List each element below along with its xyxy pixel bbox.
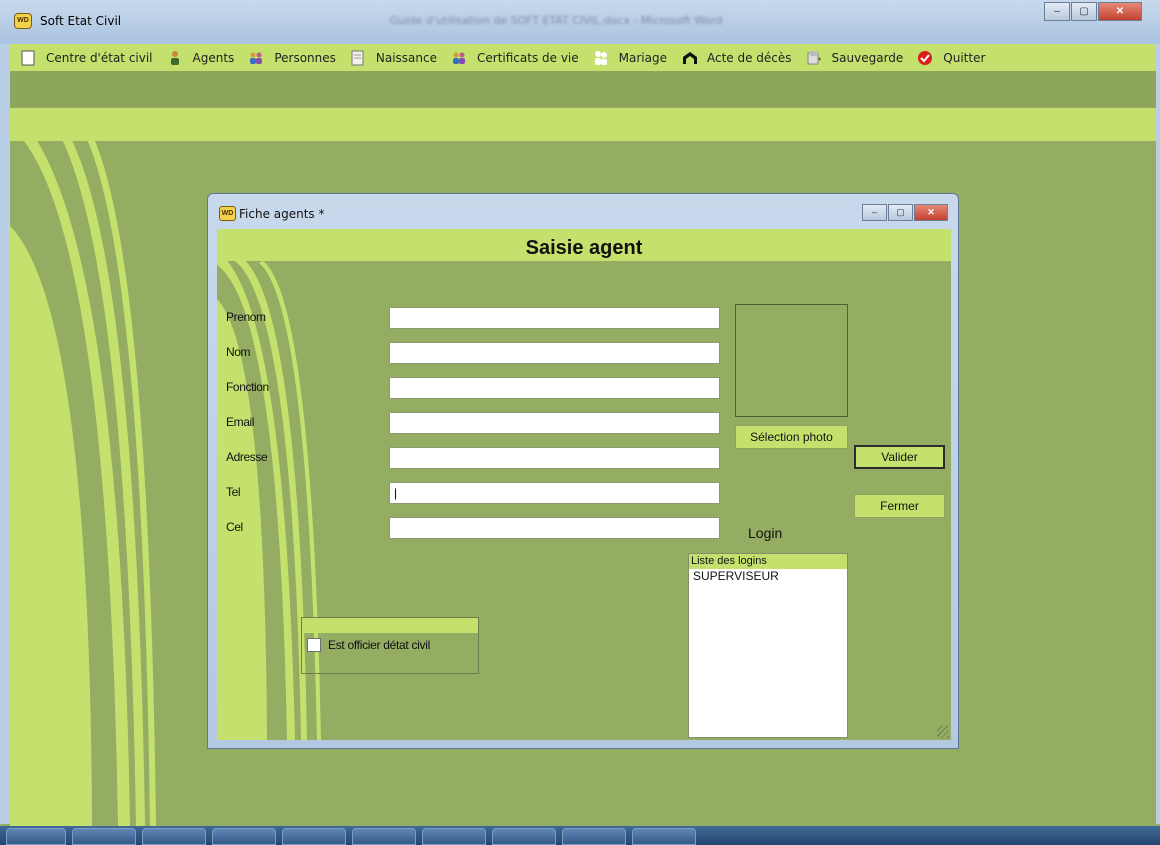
page-title: Saisie agent — [525, 237, 643, 259]
menu-item-personnes[interactable]: Personnes — [248, 50, 336, 66]
taskbar-app-button[interactable] — [422, 828, 486, 845]
death-act-icon — [681, 50, 697, 66]
window-title: Soft Etat Civil — [40, 14, 122, 28]
menu-label: Sauvegarde — [831, 50, 904, 65]
people-icon — [248, 50, 264, 66]
dialog-window-controls: – ▢ ✕ — [861, 204, 948, 221]
taskbar-app-button[interactable] — [212, 828, 276, 845]
taskbar-app-button[interactable] — [492, 828, 556, 845]
menu-item-centre[interactable]: Centre d'état civil — [20, 50, 153, 66]
taskbar-app-button[interactable] — [632, 828, 696, 845]
cel-input[interactable] — [389, 517, 720, 539]
window-left-border — [0, 44, 10, 824]
menu-label: Quitter — [943, 50, 986, 65]
nom-label: Nom — [226, 345, 251, 359]
menu-label: Naissance — [375, 50, 437, 65]
menu-bar: Centre d'état civil Agents Personnes Nai… — [10, 44, 1156, 71]
quit-icon — [917, 50, 933, 66]
dialog-maximize-button[interactable]: ▢ — [888, 204, 913, 221]
tel-label: Tel — [226, 485, 241, 499]
menu-item-quitter[interactable]: Quitter — [917, 50, 985, 66]
menu-label: Mariage — [618, 50, 667, 65]
save-icon — [806, 50, 822, 66]
tel-input[interactable] — [389, 482, 720, 504]
agent-dialog: WD Fiche agents * – ▢ ✕ Saisie agent Pre… — [207, 193, 959, 749]
person-icon — [167, 50, 183, 66]
officer-group: Est officier détat civil — [301, 617, 479, 674]
taskbar-app-button[interactable] — [282, 828, 346, 845]
resize-grip[interactable] — [937, 726, 949, 738]
officer-group-header — [302, 618, 478, 633]
taskbar-app-button[interactable] — [562, 828, 626, 845]
logins-list-header: Liste des logins — [689, 554, 847, 569]
dialog-logo-icon: WD — [219, 206, 236, 221]
adresse-input[interactable] — [389, 447, 720, 469]
document-icon — [350, 50, 366, 66]
list-item[interactable]: SUPERVISEUR — [689, 569, 847, 583]
dialog-client-area: Saisie agent Prenom Nom Fonction Email A… — [217, 229, 951, 740]
couple-icon — [593, 50, 609, 66]
menu-item-naissance[interactable]: Naissance — [350, 50, 437, 66]
dialog-minimize-button[interactable]: – — [862, 204, 887, 221]
email-input[interactable] — [389, 412, 720, 434]
maximize-button[interactable]: ▢ — [1071, 2, 1097, 21]
taskbar-app-button[interactable] — [142, 828, 206, 845]
dialog-close-button[interactable]: ✕ — [914, 204, 948, 221]
fonction-label: Fonction — [226, 380, 269, 394]
building-icon — [20, 50, 36, 66]
background-window-title: Guide d'utilisation de SOFT ETAT CIVIL.d… — [390, 14, 723, 27]
taskbar-app-button[interactable] — [72, 828, 136, 845]
taskbar — [0, 826, 1160, 845]
email-label: Email — [226, 415, 255, 429]
window-right-border — [1156, 44, 1160, 824]
prenom-label: Prenom — [226, 310, 266, 324]
menu-label: Agents — [192, 50, 235, 65]
menu-label: Certificats de vie — [477, 50, 579, 65]
photo-preview — [735, 304, 848, 417]
prenom-input[interactable] — [389, 307, 720, 329]
close-button[interactable]: ✕ — [1098, 2, 1142, 21]
menu-item-certificats[interactable]: Certificats de vie — [451, 50, 579, 66]
adresse-label: Adresse — [226, 450, 268, 464]
menu-item-agents[interactable]: Agents — [167, 50, 235, 66]
menu-item-deces[interactable]: Acte de décès — [681, 50, 792, 66]
menu-item-mariage[interactable]: Mariage — [593, 50, 667, 66]
menu-label: Personnes — [274, 50, 336, 65]
officer-checkbox[interactable] — [307, 638, 321, 652]
menu-item-sauvegarde[interactable]: Sauvegarde — [806, 50, 904, 66]
decorative-arcs — [10, 108, 156, 826]
select-photo-button[interactable]: Sélection photo — [735, 425, 848, 449]
fonction-input[interactable] — [389, 377, 720, 399]
menu-label: Acte de décès — [706, 50, 792, 65]
people-icon — [451, 50, 467, 66]
logins-list[interactable]: Liste des logins SUPERVISEUR — [688, 553, 848, 738]
app-logo-icon: WD — [14, 13, 32, 29]
start-button[interactable] — [6, 828, 66, 845]
nom-input[interactable] — [389, 342, 720, 364]
close-form-button[interactable]: Fermer — [854, 494, 945, 518]
toolbar-strip — [10, 71, 1156, 107]
window-titlebar: WD Soft Etat Civil Guide d'utilisation d… — [0, 0, 1160, 44]
login-label: Login — [748, 525, 783, 541]
window-controls: – ▢ ✕ — [1043, 2, 1142, 21]
dialog-title: Fiche agents * — [239, 207, 325, 221]
officer-checkbox-label: Est officier détat civil — [328, 638, 430, 652]
minimize-button[interactable]: – — [1044, 2, 1070, 21]
taskbar-app-button[interactable] — [352, 828, 416, 845]
menu-label: Centre d'état civil — [46, 50, 153, 65]
officer-checkbox-row[interactable]: Est officier détat civil — [307, 638, 430, 652]
cel-label: Cel — [226, 520, 243, 534]
validate-button[interactable]: Valider — [854, 445, 945, 469]
